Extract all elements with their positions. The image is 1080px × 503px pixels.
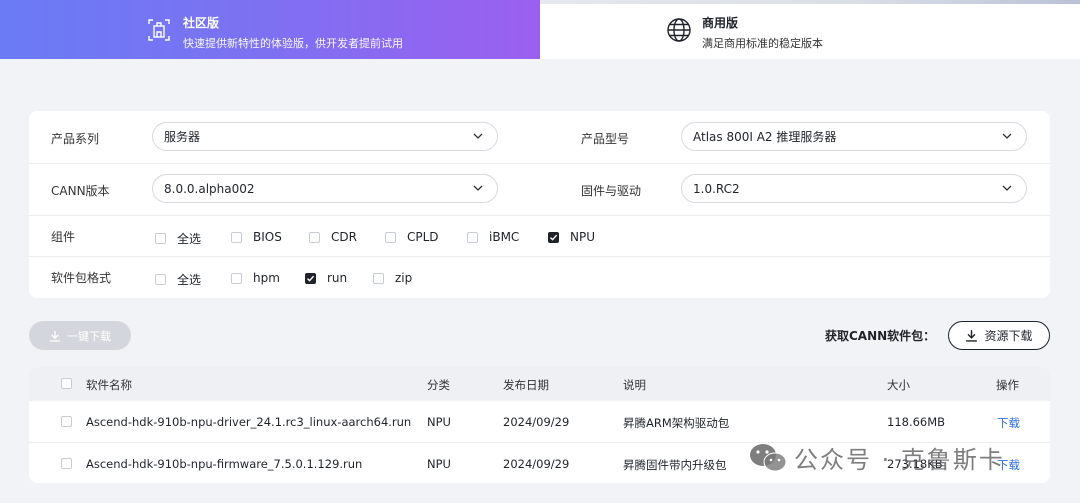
commercial-title: 商用版 [702, 16, 739, 30]
checkbox-label: BIOS [253, 230, 282, 244]
firmware-driver-value: 1.0.RC2 [693, 181, 740, 196]
checkbox-box[interactable] [231, 231, 242, 243]
checkbox-box[interactable] [373, 272, 384, 284]
checkbox-box[interactable] [231, 272, 242, 284]
table-row: Ascend-hdk-910b-npu-driver_24.1.rc3_linu… [29, 401, 1050, 442]
resource-download-label: 资源下载 [984, 329, 1033, 343]
package-table: 软件名称 分类 发布日期 说明 大小 操作 Ascend-hdk-910b-np… [29, 367, 1050, 483]
col-header-category: 分类 [427, 378, 450, 392]
community-desc: 快速提供新特性的体验版，供开发者提前试用 [183, 37, 403, 50]
cell-category: NPU [427, 457, 451, 471]
one-click-download-label: 一键下载 [67, 329, 111, 343]
component-checkbox-ibmc[interactable]: iBMC [467, 230, 519, 244]
firmware-driver-select[interactable]: 1.0.RC2 [681, 174, 1027, 203]
one-click-download-button[interactable]: 一键下载 [29, 321, 131, 350]
product-model-label: 产品型号 [581, 132, 630, 146]
checkbox-box[interactable] [155, 233, 166, 244]
cell-size: 273.18KB [887, 457, 943, 471]
tab-commercial-edition[interactable]: 商用版 满足商用标准的稳定版本 [540, 4, 1080, 59]
checkbox-label: 全选 [177, 273, 202, 287]
checkbox-box[interactable] [467, 231, 478, 243]
component-checkbox-all[interactable]: 全选 [155, 230, 201, 247]
format-checkbox-hpm[interactable]: hpm [231, 271, 280, 285]
product-series-label: 产品系列 [51, 132, 100, 146]
format-checkbox-zip[interactable]: zip [373, 271, 412, 285]
cell-name: Ascend-hdk-910b-npu-firmware_7.5.0.1.129… [86, 457, 363, 471]
cell-date: 2024/09/29 [503, 457, 570, 471]
cell-name: Ascend-hdk-910b-npu-driver_24.1.rc3_linu… [86, 415, 412, 429]
checkbox-label: CDR [331, 230, 357, 244]
community-title: 社区版 [183, 16, 220, 30]
divider [29, 256, 1050, 257]
globe-icon [666, 17, 692, 43]
divider [29, 215, 1050, 216]
cann-version-select[interactable]: 8.0.0.alpha002 [152, 174, 498, 203]
format-checkbox-run[interactable]: run [305, 271, 347, 285]
product-series-select[interactable]: 服务器 [152, 122, 498, 151]
component-checkbox-bios[interactable]: BIOS [231, 230, 282, 244]
download-link[interactable]: 下载 [997, 457, 1020, 473]
resource-download-button[interactable]: 资源下载 [948, 321, 1050, 350]
checkbox-box-checked[interactable] [305, 272, 316, 284]
checkbox-label: run [327, 271, 348, 285]
col-header-name: 软件名称 [86, 378, 132, 392]
checkbox-box[interactable] [385, 231, 396, 243]
chevron-down-icon [1002, 185, 1012, 191]
cell-desc: 昇腾ARM架构驱动包 [623, 416, 730, 430]
firmware-driver-label: 固件与驱动 [581, 184, 642, 198]
component-checkbox-cpld[interactable]: CPLD [385, 230, 439, 244]
divider [29, 163, 1050, 164]
download-link[interactable]: 下载 [997, 415, 1020, 431]
col-header-date: 发布日期 [503, 378, 549, 392]
product-series-value: 服务器 [164, 130, 201, 144]
cann-version-value: 8.0.0.alpha002 [164, 181, 255, 196]
cann-version-label: CANN版本 [51, 184, 110, 198]
cell-date: 2024/09/29 [503, 415, 570, 429]
tab-community-edition[interactable]: 社区版 快速提供新特性的体验版，供开发者提前试用 [0, 0, 540, 59]
component-checkbox-npu[interactable]: NPU [548, 230, 595, 244]
checkbox-box[interactable] [155, 274, 166, 285]
table-header: 软件名称 分类 发布日期 说明 大小 操作 [29, 367, 1050, 401]
checkbox-box-checked[interactable] [548, 231, 559, 243]
commercial-desc: 满足商用标准的稳定版本 [702, 37, 823, 50]
select-all-checkbox[interactable] [61, 378, 72, 389]
package-format-label: 软件包格式 [51, 271, 112, 285]
row-checkbox[interactable] [61, 416, 72, 427]
col-header-desc: 说明 [623, 378, 646, 392]
checkbox-label: NPU [570, 230, 595, 244]
check-icon [307, 275, 315, 282]
row-checkbox[interactable] [61, 458, 72, 469]
cell-size: 118.66MB [887, 415, 946, 429]
cell-category: NPU [427, 415, 451, 429]
col-header-size: 大小 [887, 378, 910, 392]
cell-desc: 昇腾固件带内升级包 [623, 458, 727, 472]
community-icon [146, 17, 172, 43]
download-icon [966, 330, 978, 342]
product-model-value: Atlas 800I A2 推理服务器 [693, 130, 837, 144]
component-checkbox-cdr[interactable]: CDR [309, 230, 357, 244]
filter-card: 产品系列 服务器 产品型号 Atlas 800I A2 推理服务器 CANN版本… [29, 111, 1050, 298]
table-row: Ascend-hdk-910b-npu-firmware_7.5.0.1.129… [29, 442, 1050, 483]
chevron-down-icon [473, 133, 483, 139]
download-icon [50, 330, 60, 342]
get-package-label: 获取CANN软件包： [825, 329, 936, 343]
components-label: 组件 [51, 230, 76, 244]
checkbox-label: iBMC [489, 230, 520, 244]
format-checkbox-all[interactable]: 全选 [155, 271, 201, 288]
chevron-down-icon [473, 185, 483, 191]
checkbox-label: hpm [253, 271, 280, 285]
checkbox-box[interactable] [309, 231, 320, 243]
edition-tabs: 社区版 快速提供新特性的体验版，供开发者提前试用 商用版 满足商用标准的稳定版本 [0, 0, 1080, 59]
col-header-action: 操作 [996, 378, 1019, 392]
check-icon [550, 234, 558, 241]
product-model-select[interactable]: Atlas 800I A2 推理服务器 [681, 122, 1027, 151]
checkbox-label: zip [395, 271, 413, 285]
checkbox-label: CPLD [407, 230, 439, 244]
chevron-down-icon [1002, 133, 1012, 139]
checkbox-label: 全选 [177, 232, 202, 246]
